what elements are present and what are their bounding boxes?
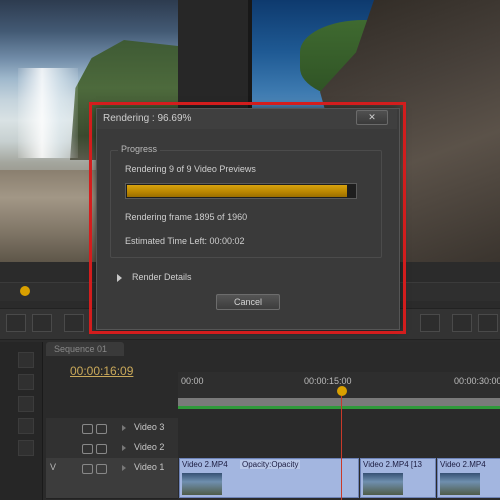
highlight-frame	[89, 102, 406, 334]
track-select-tool-icon[interactable]	[18, 374, 34, 390]
razor-tool-icon[interactable]	[18, 418, 34, 434]
work-area-bar[interactable]	[178, 398, 500, 406]
clip-thumbnail	[363, 473, 403, 495]
ruler-label: 00:00	[181, 376, 204, 386]
timeline-timecode[interactable]: 00:00:16:09	[70, 364, 133, 378]
film-icon[interactable]	[96, 424, 107, 434]
timeline-clip[interactable]: Video 2.MP4	[437, 458, 500, 498]
timeline-playhead-line	[341, 396, 342, 500]
track-label: Video 1	[134, 462, 165, 472]
track-label: Video 2	[134, 442, 165, 452]
clip-thumbnail	[182, 473, 222, 495]
transport-button[interactable]	[64, 314, 84, 332]
track-label: Video 3	[134, 422, 165, 432]
transport-button[interactable]	[420, 314, 440, 332]
ripple-edit-tool-icon[interactable]	[18, 396, 34, 412]
transport-button[interactable]	[32, 314, 52, 332]
timeline-clip[interactable]: Video 2.MP4 Opacity:Opacity	[179, 458, 359, 498]
track-header-video-1[interactable]: Video 1	[46, 458, 178, 499]
eye-icon[interactable]	[82, 444, 93, 454]
selection-tool-icon[interactable]	[18, 352, 34, 368]
slip-tool-icon[interactable]	[18, 440, 34, 456]
tab-sequence[interactable]: Sequence 01	[46, 342, 124, 356]
film-icon[interactable]	[96, 444, 107, 454]
clip-thumbnail	[440, 473, 480, 495]
track-header-video-3[interactable]: Video 3	[46, 418, 178, 439]
ruler-label: 00:00:30:00	[454, 376, 500, 386]
expand-triangle-icon[interactable]	[122, 445, 126, 451]
rendered-indicator-bar	[178, 406, 500, 409]
transport-button[interactable]	[452, 314, 472, 332]
clip-label: Video 2.MP4	[440, 460, 486, 469]
monitor-playhead-icon[interactable]	[20, 286, 30, 296]
eye-icon[interactable]	[82, 464, 93, 474]
film-icon[interactable]	[96, 464, 107, 474]
expand-triangle-icon[interactable]	[122, 465, 126, 471]
transport-button[interactable]	[6, 314, 26, 332]
timeline-clip[interactable]: Video 2.MP4 [13	[360, 458, 436, 498]
clip-label: Video 2.MP4	[182, 460, 228, 469]
transport-button[interactable]	[478, 314, 498, 332]
eye-icon[interactable]	[82, 424, 93, 434]
expand-triangle-icon[interactable]	[122, 425, 126, 431]
track-target-label[interactable]: V	[50, 462, 56, 472]
clip-opacity-menu[interactable]: Opacity:Opacity	[240, 460, 301, 469]
source-monitor-waterfall	[18, 68, 78, 158]
ruler-label: 00:00:15:00	[304, 376, 352, 386]
track-header-video-2[interactable]: Video 2	[46, 438, 178, 459]
clip-label: Video 2.MP4 [13	[363, 460, 423, 469]
timeline-playhead-icon[interactable]	[337, 386, 347, 396]
